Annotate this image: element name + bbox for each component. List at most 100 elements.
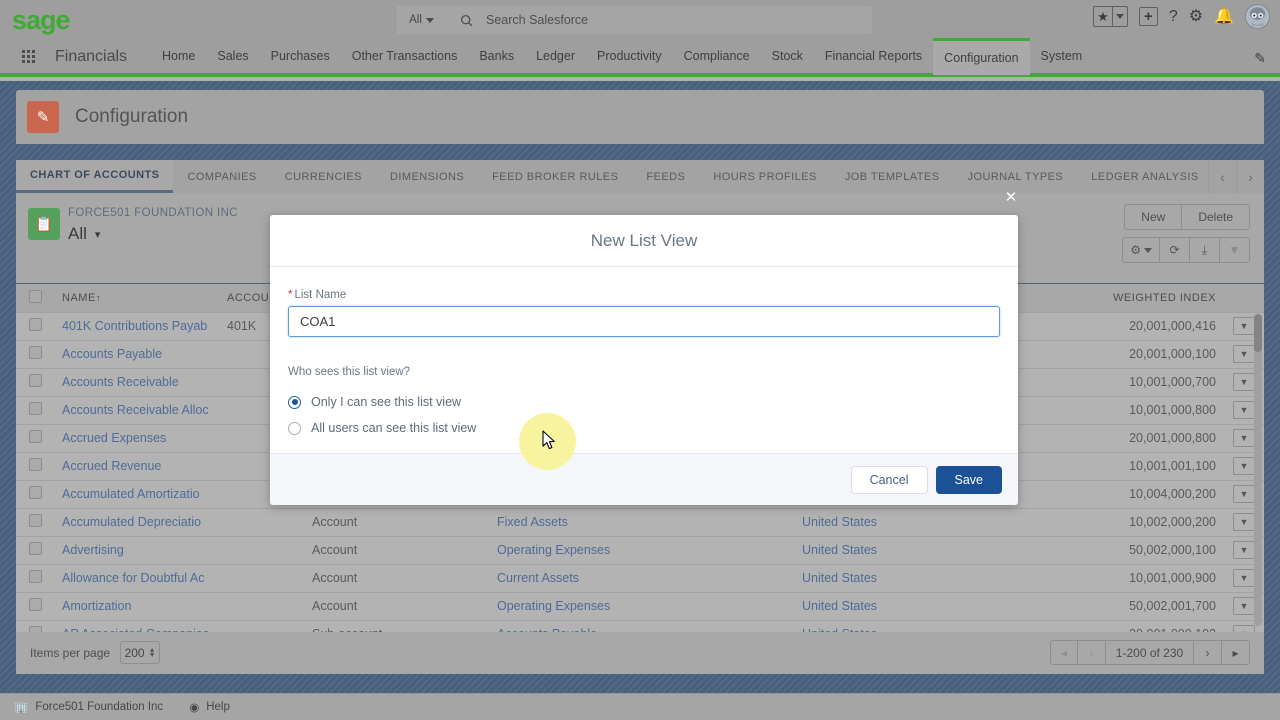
radio-button-selected[interactable] xyxy=(288,395,301,409)
nav-item-banks[interactable]: Banks xyxy=(468,38,525,75)
record-name-link[interactable]: 401K Contributions Payab xyxy=(62,319,207,333)
setup-gear-icon[interactable]: ⚙ xyxy=(1189,8,1203,25)
close-icon[interactable]: ✕ xyxy=(1003,190,1019,206)
row-actions-icon[interactable]: ▼ xyxy=(1233,457,1255,475)
record-name-link[interactable]: Accumulated Depreciatio xyxy=(62,515,201,529)
record-name-link[interactable]: Accumulated Amortizatio xyxy=(62,487,200,501)
record-name-link[interactable]: Accounts Receivable xyxy=(62,375,179,389)
select-all-checkbox[interactable] xyxy=(28,289,42,303)
tab-hours-profiles[interactable]: HOURS PROFILES xyxy=(699,160,831,193)
row-actions-icon[interactable]: ▼ xyxy=(1233,345,1255,363)
items-per-page-stepper[interactable]: 200 ▲ ▼ xyxy=(120,641,161,664)
nav-item-configuration[interactable]: Configuration xyxy=(933,38,1030,75)
record-name-link[interactable]: Accounts Receivable Alloc xyxy=(62,403,209,417)
stepper-arrows-icon[interactable]: ▲ ▼ xyxy=(149,647,156,659)
nav-item-sales[interactable]: Sales xyxy=(206,38,259,75)
nav-item-productivity[interactable]: Productivity xyxy=(586,38,673,75)
app-launcher-icon[interactable] xyxy=(22,50,35,63)
select-all-header[interactable] xyxy=(16,284,54,313)
tab-currencies[interactable]: CURRENCIES xyxy=(271,160,376,193)
footer-org[interactable]: 🏢 Force501 Foundation Inc xyxy=(14,700,163,714)
row-checkbox[interactable] xyxy=(28,542,42,555)
record-name-link[interactable]: Accrued Revenue xyxy=(62,459,161,473)
download-icon[interactable]: ⤓ xyxy=(1190,237,1220,263)
nav-item-other-transactions[interactable]: Other Transactions xyxy=(341,38,469,75)
footer-help[interactable]: ◉ Help xyxy=(189,700,230,714)
last-page-button[interactable]: ▸ xyxy=(1222,640,1250,665)
row-actions-icon[interactable]: ▼ xyxy=(1233,569,1255,587)
cell-category-link[interactable]: Fixed Assets xyxy=(497,515,568,529)
row-actions-icon[interactable]: ▼ xyxy=(1233,373,1255,391)
delete-button[interactable]: Delete xyxy=(1182,204,1250,230)
tab-chart-of-accounts[interactable]: CHART OF ACCOUNTS xyxy=(16,160,174,193)
help-icon[interactable]: ? xyxy=(1169,8,1178,25)
radio-button-unselected[interactable] xyxy=(288,421,301,435)
record-name-link[interactable]: Amortization xyxy=(62,599,131,613)
global-search[interactable]: All Search Salesforce xyxy=(397,6,872,34)
list-name-input[interactable] xyxy=(288,306,1000,337)
nav-item-ledger[interactable]: Ledger xyxy=(525,38,586,75)
table-row[interactable]: Accumulated Depreciatio Account Fixed As… xyxy=(16,508,1264,537)
row-checkbox[interactable] xyxy=(28,346,42,359)
column-header-name[interactable]: NAME↑ xyxy=(54,284,219,313)
tab-dimensions[interactable]: DIMENSIONS xyxy=(376,160,478,193)
tab-job-templates[interactable]: JOB TEMPLATES xyxy=(831,160,954,193)
cell-country-link[interactable]: United States xyxy=(802,543,877,557)
table-vertical-scrollbar[interactable] xyxy=(1254,314,1262,626)
nav-item-financial-reports[interactable]: Financial Reports xyxy=(814,38,933,75)
row-checkbox[interactable] xyxy=(28,430,42,443)
search-scope-selector[interactable]: All xyxy=(398,7,446,33)
row-actions-icon[interactable]: ▼ xyxy=(1233,597,1255,615)
record-name-link[interactable]: Advertising xyxy=(62,543,124,557)
tab-ledger-analysis[interactable]: LEDGER ANALYSIS xyxy=(1077,160,1212,193)
cancel-button[interactable]: Cancel xyxy=(850,465,928,494)
cell-category-link[interactable]: Operating Expenses xyxy=(497,599,610,613)
radio-option-all-users[interactable]: All users can see this list view xyxy=(288,415,1000,441)
first-page-button[interactable]: ◂ xyxy=(1050,640,1078,665)
nav-item-home[interactable]: Home xyxy=(151,38,206,75)
nav-item-purchases[interactable]: Purchases xyxy=(260,38,341,75)
record-name-link[interactable]: Allowance for Doubtful Ac xyxy=(62,571,204,585)
next-page-button[interactable]: › xyxy=(1194,640,1222,665)
user-avatar[interactable] xyxy=(1245,4,1270,29)
filter-icon[interactable]: ▼ xyxy=(1220,237,1250,263)
row-checkbox[interactable] xyxy=(28,318,42,331)
column-header-weighted-index[interactable]: WEIGHTED INDEX xyxy=(1009,284,1224,313)
pencil-icon[interactable]: ✎ xyxy=(1254,50,1266,67)
row-checkbox[interactable] xyxy=(28,458,42,471)
notifications-bell-icon[interactable]: 🔔 xyxy=(1214,8,1234,25)
row-checkbox[interactable] xyxy=(28,514,42,527)
table-row[interactable]: Allowance for Doubtful Ac Account Curren… xyxy=(16,564,1264,593)
refresh-icon[interactable]: ⟳ xyxy=(1160,237,1190,263)
cell-country-link[interactable]: United States xyxy=(802,599,877,613)
cell-category-link[interactable]: Current Assets xyxy=(497,571,579,585)
table-row[interactable]: AP Associated Companies Sub-account Acco… xyxy=(16,620,1264,632)
record-name-link[interactable]: Accrued Expenses xyxy=(62,431,166,445)
row-actions-icon[interactable]: ▼ xyxy=(1233,541,1255,559)
radio-option-only-me[interactable]: Only I can see this list view xyxy=(288,389,1000,415)
previous-page-button[interactable]: ‹ xyxy=(1078,640,1106,665)
save-button[interactable]: Save xyxy=(935,465,1002,494)
nav-item-stock[interactable]: Stock xyxy=(761,38,814,75)
table-row[interactable]: Advertising Account Operating Expenses U… xyxy=(16,536,1264,565)
list-view-selector[interactable]: All ▾ xyxy=(68,224,100,244)
row-checkbox[interactable] xyxy=(28,402,42,415)
favorites-chevron-down-icon[interactable] xyxy=(1113,14,1127,19)
list-settings-icon[interactable]: ⚙ xyxy=(1122,237,1160,263)
table-row[interactable]: Amortization Account Operating Expenses … xyxy=(16,592,1264,621)
tab-feed-broker-rules[interactable]: FEED BROKER RULES xyxy=(478,160,632,193)
row-actions-icon[interactable]: ▼ xyxy=(1233,401,1255,419)
tab-feeds[interactable]: FEEDS xyxy=(632,160,699,193)
row-actions-icon[interactable]: ▼ xyxy=(1233,485,1255,503)
row-actions-icon[interactable]: ▼ xyxy=(1233,429,1255,447)
tab-scroll-next-button[interactable]: › xyxy=(1236,160,1264,193)
search-input[interactable]: Search Salesforce xyxy=(486,13,588,27)
nav-item-system[interactable]: System xyxy=(1030,38,1094,75)
row-actions-icon[interactable]: ▼ xyxy=(1233,513,1255,531)
row-checkbox[interactable] xyxy=(28,598,42,611)
tab-companies[interactable]: COMPANIES xyxy=(173,160,270,193)
add-icon[interactable]: + xyxy=(1138,7,1158,26)
cell-country-link[interactable]: United States xyxy=(802,571,877,585)
nav-item-compliance[interactable]: Compliance xyxy=(673,38,761,75)
new-button[interactable]: New xyxy=(1124,204,1183,230)
